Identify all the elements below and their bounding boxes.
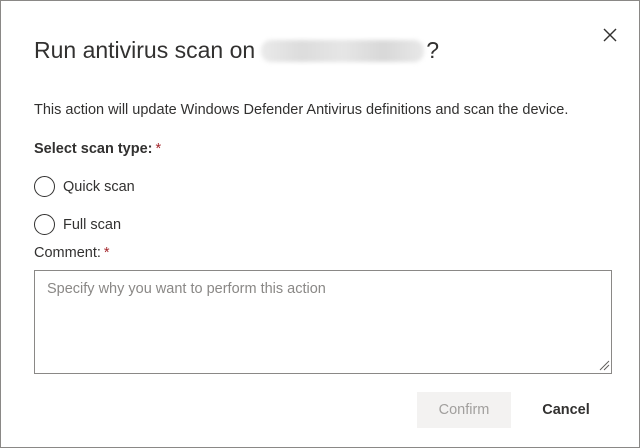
dialog-title-suffix: ?: [426, 37, 439, 63]
full-scan-option[interactable]: Full scan: [34, 214, 121, 235]
quick-scan-label: Quick scan: [63, 178, 135, 195]
full-scan-radio[interactable]: [34, 214, 55, 235]
scan-type-label-text: Select scan type:: [34, 141, 153, 157]
scan-type-label: Select scan type: *: [34, 141, 161, 157]
quick-scan-option[interactable]: Quick scan: [34, 176, 135, 197]
dialog-description: This action will update Windows Defender…: [34, 102, 569, 118]
comment-label-text: Comment:: [34, 245, 101, 261]
comment-textarea[interactable]: [34, 270, 612, 374]
dialog-title: Run antivirus scan on ?: [34, 37, 439, 64]
close-button[interactable]: [600, 25, 620, 45]
confirm-button[interactable]: Confirm: [417, 392, 511, 428]
redacted-device-name: [261, 39, 425, 62]
cancel-button[interactable]: Cancel: [521, 392, 611, 428]
close-icon: [603, 28, 617, 42]
required-marker: *: [155, 141, 162, 157]
dialog-title-prefix: Run antivirus scan on: [34, 37, 256, 63]
full-scan-label: Full scan: [63, 216, 122, 233]
comment-required-marker: *: [103, 245, 110, 261]
resize-grip-icon[interactable]: [598, 359, 610, 371]
run-antivirus-scan-dialog: Run antivirus scan on ? This action will…: [0, 0, 640, 448]
quick-scan-radio[interactable]: [34, 176, 55, 197]
comment-label: Comment: *: [34, 245, 110, 261]
